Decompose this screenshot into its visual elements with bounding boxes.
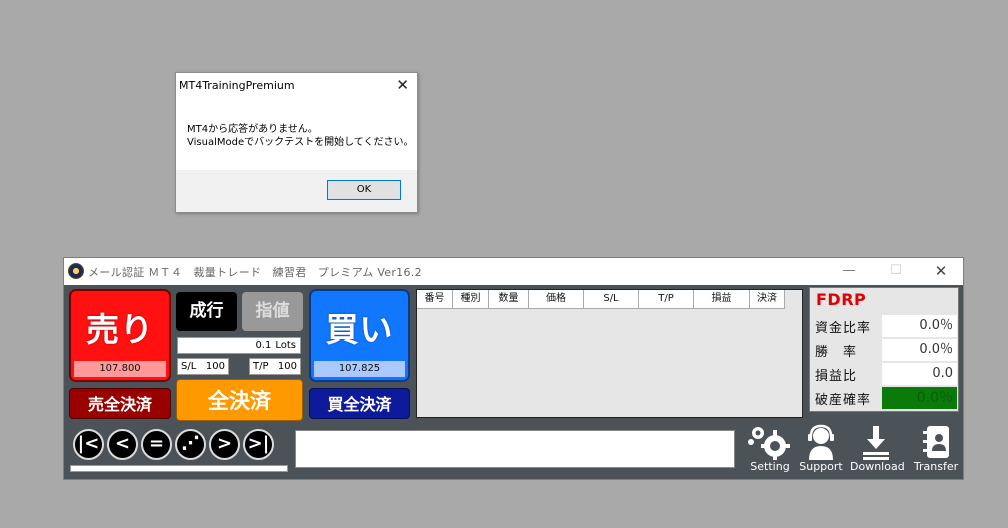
market-order-button[interactable]: 成行 <box>176 292 237 331</box>
transfer-button[interactable]: Transfer <box>910 423 962 475</box>
fdrp-title: FDRP <box>816 290 867 309</box>
dialog-message: MT4から応答がありません。 VisualModeでバックテストを開始してくださ… <box>187 123 414 149</box>
position-table-header: 番号 種別 数量 価格 S/L T/P 損益 決済 <box>417 290 785 309</box>
playback-progress-bar[interactable] <box>70 465 288 472</box>
buy-label: 買い <box>325 310 394 349</box>
stat-row-capital-ratio: 資金比率 0.0％ <box>812 314 958 338</box>
download-button[interactable]: Download <box>850 423 905 475</box>
download-icon <box>850 423 902 461</box>
take-profit-label: T/P <box>253 361 269 372</box>
ok-button[interactable]: OK <box>327 180 401 200</box>
gear-icon <box>744 423 796 461</box>
stat-label: 資金比率 <box>815 321 872 336</box>
column-header[interactable]: 数量 <box>489 290 529 308</box>
buy-button[interactable]: 買い 107.825 <box>309 289 410 382</box>
stat-row-ruin-probability: 破産確率 0.0％ <box>812 386 958 410</box>
headset-support-icon <box>795 423 847 461</box>
next-bar-button[interactable]: > <box>209 429 240 460</box>
take-profit-input[interactable]: T/P 100 <box>249 358 301 375</box>
lots-value: 0.1 <box>255 340 272 351</box>
address-book-icon <box>910 423 962 461</box>
stat-label: 勝 率 <box>815 345 858 360</box>
stop-loss-label: S/L <box>181 361 197 372</box>
app-logo-icon <box>68 263 84 279</box>
column-header[interactable]: 価格 <box>529 290 584 308</box>
stat-value: 0.0％ <box>882 315 957 337</box>
fdrp-stats-panel: FDRP 資金比率 0.0％ 勝 率 0.0％ 損益比 0.0 破産確率 0.0… <box>809 287 959 412</box>
trainer-window: メール認証 ＭＴ４ 裁量トレード 練習君 プレミアム Ver16.2 — ☐ ✕… <box>63 257 964 480</box>
limit-order-button[interactable]: 指値 <box>242 292 303 331</box>
column-header[interactable]: S/L <box>584 290 639 308</box>
window-titlebar: メール認証 ＭＴ４ 裁量トレード 練習君 プレミアム Ver16.2 — ☐ ✕ <box>64 258 963 285</box>
close-all-buy-button[interactable]: 買全決済 <box>309 388 410 419</box>
setting-label: Setting <box>750 460 790 473</box>
message-dialog: MT4TrainingPremium ✕ MT4から応答がありません。 Visu… <box>175 72 418 213</box>
stat-value: 0.0％ <box>882 339 957 361</box>
take-profit-value: 100 <box>277 361 297 372</box>
column-header[interactable]: 決済 <box>750 290 785 308</box>
pause-button[interactable]: = <box>141 429 172 460</box>
sell-button[interactable]: 売り 107.800 <box>69 289 171 382</box>
close-all-sell-button[interactable]: 売全決済 <box>69 388 171 419</box>
memo-field[interactable] <box>295 430 735 468</box>
column-header[interactable]: 番号 <box>417 290 453 308</box>
sell-label: 売り <box>86 310 154 349</box>
stat-row-profit-loss-ratio: 損益比 0.0 <box>812 362 958 386</box>
stop-loss-value: 100 <box>205 361 225 372</box>
lots-unit: Lots <box>275 340 296 351</box>
last-bar-button[interactable]: >| <box>243 429 274 460</box>
support-button[interactable]: Support <box>795 423 847 475</box>
dialog-title: MT4TrainingPremium <box>179 79 295 92</box>
dialog-message-line-2: VisualModeでバックテストを開始してください。 <box>187 137 414 148</box>
minimize-button[interactable]: — <box>837 261 861 281</box>
playback-controls: |< < = ⋰ > >| <box>73 429 274 460</box>
transfer-label: Transfer <box>913 460 959 473</box>
first-bar-button[interactable]: |< <box>73 429 104 460</box>
stat-label: 損益比 <box>815 369 858 384</box>
close-all-button[interactable]: 全決済 <box>176 379 303 421</box>
sell-price: 107.800 <box>74 361 166 377</box>
download-label: Download <box>850 460 905 473</box>
window-close-button[interactable]: ✕ <box>929 261 953 281</box>
stop-loss-input[interactable]: S/L 100 <box>177 358 229 375</box>
column-header[interactable]: 種別 <box>453 290 489 308</box>
stat-label: 破産確率 <box>815 393 872 408</box>
dialog-footer: OK <box>176 170 417 212</box>
support-label: Support <box>799 460 843 473</box>
setting-button[interactable]: Setting <box>744 423 796 475</box>
buy-price: 107.825 <box>314 361 405 377</box>
column-header[interactable]: T/P <box>639 290 694 308</box>
column-header[interactable]: 損益 <box>694 290 750 308</box>
trade-panel: 売り 107.800 成行 指値 0.1 Lots S/L 100 T/P 100… <box>64 285 963 479</box>
position-table[interactable]: 番号 種別 数量 価格 S/L T/P 損益 決済 <box>416 289 803 418</box>
step-button[interactable]: ⋰ <box>175 429 206 460</box>
dialog-close-button[interactable]: ✕ <box>396 75 409 95</box>
stat-value: 0.0％ <box>882 387 957 409</box>
stat-row-win-rate: 勝 率 0.0％ <box>812 338 958 362</box>
window-title: メール認証 ＭＴ４ 裁量トレード 練習君 プレミアム Ver16.2 <box>88 266 422 279</box>
maximize-button[interactable]: ☐ <box>884 261 908 281</box>
stat-value: 0.0 <box>882 363 957 385</box>
previous-bar-button[interactable]: < <box>107 429 138 460</box>
lots-input[interactable]: 0.1 Lots <box>177 337 301 354</box>
dialog-message-line-1: MT4から応答がありません。 <box>187 124 318 135</box>
